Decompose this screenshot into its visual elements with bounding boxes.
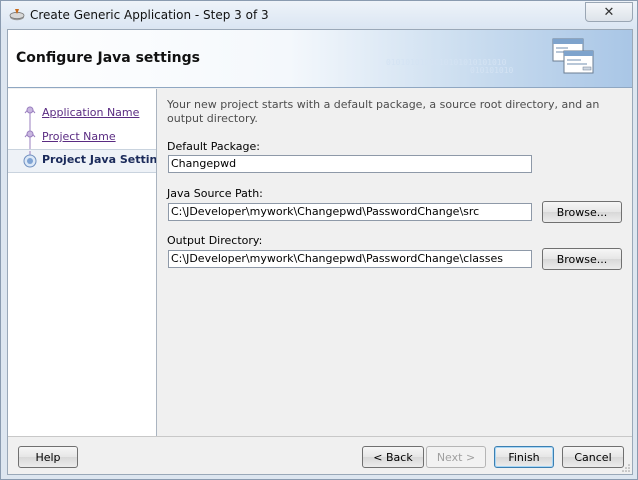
back-button[interactable]: < Back (362, 446, 424, 468)
step-node-icon (24, 125, 36, 149)
nav-current-step-label: Project Java Settings (42, 153, 157, 166)
page-title: Configure Java settings (16, 50, 200, 66)
wizard-client-area: Configure Java settings 0101010101010101… (7, 29, 633, 475)
app-icon (9, 9, 25, 21)
step-node-icon (24, 106, 36, 125)
nav-item-project-java-settings[interactable]: Project Java Settings (8, 149, 156, 173)
wizard-window: Create Generic Application - Step 3 of 3… (0, 0, 638, 480)
nav-link-application-name[interactable]: Application Name (42, 106, 139, 119)
cancel-button[interactable]: Cancel (562, 446, 624, 468)
header-decoration-2: 010101010 (470, 66, 514, 75)
finish-button[interactable]: Finish (494, 446, 554, 468)
java-source-path-input[interactable]: C:\JDeveloper\mywork\Changepwd\PasswordC… (168, 203, 532, 221)
help-button[interactable]: Help (18, 446, 78, 468)
browse-source-button[interactable]: Browse... (542, 201, 622, 223)
nav-link-project-name[interactable]: Project Name (42, 130, 116, 143)
title-bar[interactable]: Create Generic Application - Step 3 of 3… (1, 1, 637, 28)
default-package-input[interactable]: Changepwd (168, 155, 532, 173)
output-directory-label: Output Directory: (167, 234, 263, 247)
output-directory-input[interactable]: C:\JDeveloper\mywork\Changepwd\PasswordC… (168, 250, 532, 268)
resize-grip-icon[interactable] (622, 464, 630, 472)
close-icon: ✕ (603, 4, 615, 20)
default-package-label: Default Package: (167, 140, 260, 153)
wizard-steps-nav: Application Name Project Name Project Ja… (8, 89, 157, 436)
current-step-icon (23, 151, 37, 168)
footer-divider (8, 436, 632, 437)
nav-item-project-name[interactable]: Project Name (8, 125, 156, 149)
wizard-content: Your new project starts with a default p… (157, 89, 632, 436)
nav-item-application-name[interactable]: Application Name (8, 103, 156, 125)
intro-text: Your new project starts with a default p… (167, 98, 600, 125)
browse-output-button[interactable]: Browse... (542, 248, 622, 270)
next-button[interactable]: Next > (426, 446, 486, 468)
wizard-header: Configure Java settings 0101010101010101… (8, 30, 632, 88)
wizard-windows-icon (552, 38, 594, 74)
close-button[interactable]: ✕ (585, 2, 633, 22)
java-source-path-label: Java Source Path: (167, 187, 263, 200)
window-title: Create Generic Application - Step 3 of 3 (30, 8, 269, 22)
